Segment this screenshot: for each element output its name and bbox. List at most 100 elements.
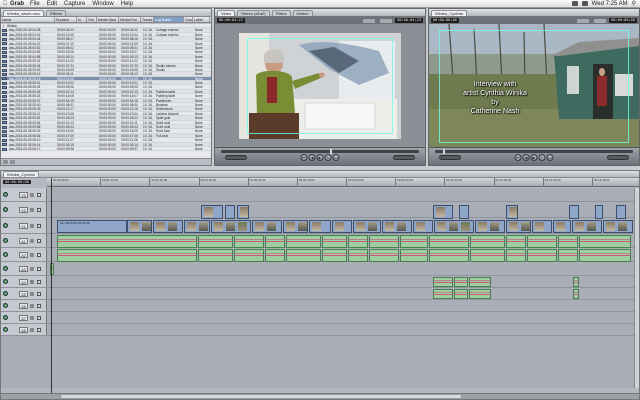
volume-icon[interactable] xyxy=(571,1,578,6)
video-clip[interactable] xyxy=(433,205,453,219)
track-label[interactable]: V1 xyxy=(19,222,28,229)
video-clip[interactable] xyxy=(616,205,626,219)
col-good[interactable]: Good xyxy=(184,17,193,22)
audio-clip[interactable] xyxy=(579,249,631,262)
timeline-ruler[interactable]: 00:00:00;00 00:01:20;00 00:02:40;00 00:04:0… xyxy=(47,178,639,187)
track-autoselect-icon[interactable] xyxy=(37,223,41,228)
canvas-zoom-popup[interactable] xyxy=(577,18,590,23)
play-button[interactable]: ▶ xyxy=(316,154,324,161)
col-out[interactable]: Out xyxy=(87,17,97,22)
track-lock-icon[interactable] xyxy=(30,266,34,271)
video-clip[interactable] xyxy=(283,220,308,233)
view-popup[interactable] xyxy=(380,18,393,23)
video-clip[interactable] xyxy=(434,220,474,233)
track-lock-icon[interactable] xyxy=(30,315,34,320)
col-log-notes[interactable]: Log Notes xyxy=(154,17,184,22)
canvas-next-edit-button[interactable]: ⏭ xyxy=(546,154,554,161)
viewer-jog[interactable] xyxy=(393,155,415,160)
audio-clip[interactable] xyxy=(234,235,264,248)
video-clip[interactable] xyxy=(153,220,183,233)
audio-clip[interactable] xyxy=(558,249,578,262)
track-autoselect-icon[interactable] xyxy=(37,291,41,296)
audio-clip[interactable] xyxy=(57,249,197,262)
menu-window[interactable]: Window xyxy=(92,1,113,7)
video-clip[interactable] xyxy=(309,220,331,233)
prev-edit-button[interactable]: ⏮ xyxy=(300,154,308,161)
audio-clip[interactable] xyxy=(433,277,453,287)
audio-clip[interactable] xyxy=(470,235,505,248)
track-lock-icon[interactable] xyxy=(30,291,34,296)
video-clip[interactable] xyxy=(332,220,352,233)
track-visibility-icon[interactable] xyxy=(3,279,8,284)
col-tracks[interactable]: Tracks xyxy=(141,17,154,22)
canvas-play-around-button[interactable]: ↻ xyxy=(538,154,546,161)
track-visibility-icon[interactable] xyxy=(3,223,8,228)
canvas-jog[interactable] xyxy=(607,155,629,160)
viewer-shuttle[interactable] xyxy=(225,155,247,160)
audio-clip[interactable] xyxy=(57,235,197,248)
video-clip[interactable] xyxy=(553,220,571,233)
audio-clip[interactable] xyxy=(234,249,264,262)
video-clip[interactable] xyxy=(595,205,603,219)
track-label[interactable]: A2 xyxy=(19,251,28,258)
video-clip[interactable]: day-2015-05-05 04:38 xyxy=(57,220,127,233)
video-clip[interactable] xyxy=(127,220,152,233)
play-in-out-button[interactable]: ◀ xyxy=(308,154,316,161)
track-visibility-icon[interactable] xyxy=(3,252,8,257)
viewer-current-timecode[interactable]: 00:00:04;23 xyxy=(395,18,423,23)
audio-clip[interactable] xyxy=(454,277,468,287)
viewer-duration-timecode[interactable]: 00:00:04;23 xyxy=(217,18,245,23)
audio-clip[interactable] xyxy=(579,235,631,248)
tab-video[interactable]: Video xyxy=(217,10,236,16)
video-clip[interactable] xyxy=(506,205,518,219)
audio-clip[interactable] xyxy=(348,249,368,262)
audio-clip[interactable] xyxy=(506,235,526,248)
track-label[interactable]: A8 xyxy=(19,326,28,333)
audio-clip[interactable] xyxy=(286,235,321,248)
menu-clock[interactable]: Wed 7:25 AM xyxy=(592,1,628,7)
track-label[interactable]: A5 xyxy=(19,290,28,297)
tab-project[interactable]: Winika_winch.mov xyxy=(3,10,45,16)
canvas-duration-timecode[interactable]: 00:00:00;00 xyxy=(431,18,459,23)
video-clip[interactable] xyxy=(382,220,412,233)
audio-clip[interactable] xyxy=(470,249,505,262)
track-lock-icon[interactable] xyxy=(30,279,34,284)
col-media-end[interactable]: Media End xyxy=(119,17,141,22)
browser-list[interactable]: ▾ Winika day-2015-05-05 04:38 00:00:04;23 00… xyxy=(1,24,211,159)
canvas-scrubber[interactable] xyxy=(435,149,633,154)
audio-clip[interactable] xyxy=(429,249,469,262)
video-clip[interactable] xyxy=(225,205,235,219)
list-view-icon[interactable] xyxy=(3,160,8,164)
track-label[interactable]: A1 xyxy=(19,237,28,244)
track-label[interactable]: A6 xyxy=(19,302,28,309)
video-clip[interactable] xyxy=(603,220,633,233)
audio-clip[interactable] xyxy=(573,289,579,299)
track-label[interactable]: A3 xyxy=(19,265,28,272)
audio-clip[interactable] xyxy=(348,235,368,248)
audio-clip[interactable] xyxy=(265,249,285,262)
track-autoselect-icon[interactable] xyxy=(37,279,41,284)
audio-clip[interactable] xyxy=(400,235,428,248)
col-duration[interactable]: Duration xyxy=(55,17,77,22)
track-lock-icon[interactable] xyxy=(30,207,34,212)
video-clip[interactable] xyxy=(532,220,552,233)
video-clip[interactable] xyxy=(413,220,433,233)
audio-clip[interactable] xyxy=(198,235,233,248)
audio-clip[interactable] xyxy=(429,235,469,248)
canvas-view-popup[interactable] xyxy=(594,18,607,23)
video-clip[interactable] xyxy=(252,220,282,233)
audio-clip[interactable] xyxy=(527,249,557,262)
audio-clip[interactable] xyxy=(198,249,233,262)
video-clip[interactable] xyxy=(572,220,602,233)
menu-capture[interactable]: Capture xyxy=(64,1,85,7)
canvas-prev-edit-button[interactable]: ⏮ xyxy=(514,154,522,161)
track-autoselect-icon[interactable] xyxy=(37,327,41,332)
menu-app-name[interactable]: Grab xyxy=(10,1,24,7)
canvas-shuttle[interactable] xyxy=(439,155,461,160)
tab-motion[interactable]: Motion xyxy=(292,10,313,16)
track-label[interactable]: A4 xyxy=(19,278,28,285)
audio-clip[interactable] xyxy=(265,235,285,248)
track-visibility-icon[interactable] xyxy=(3,327,8,332)
canvas-current-timecode[interactable]: 00:00:00;00 xyxy=(609,18,637,23)
video-clip[interactable] xyxy=(237,205,249,219)
